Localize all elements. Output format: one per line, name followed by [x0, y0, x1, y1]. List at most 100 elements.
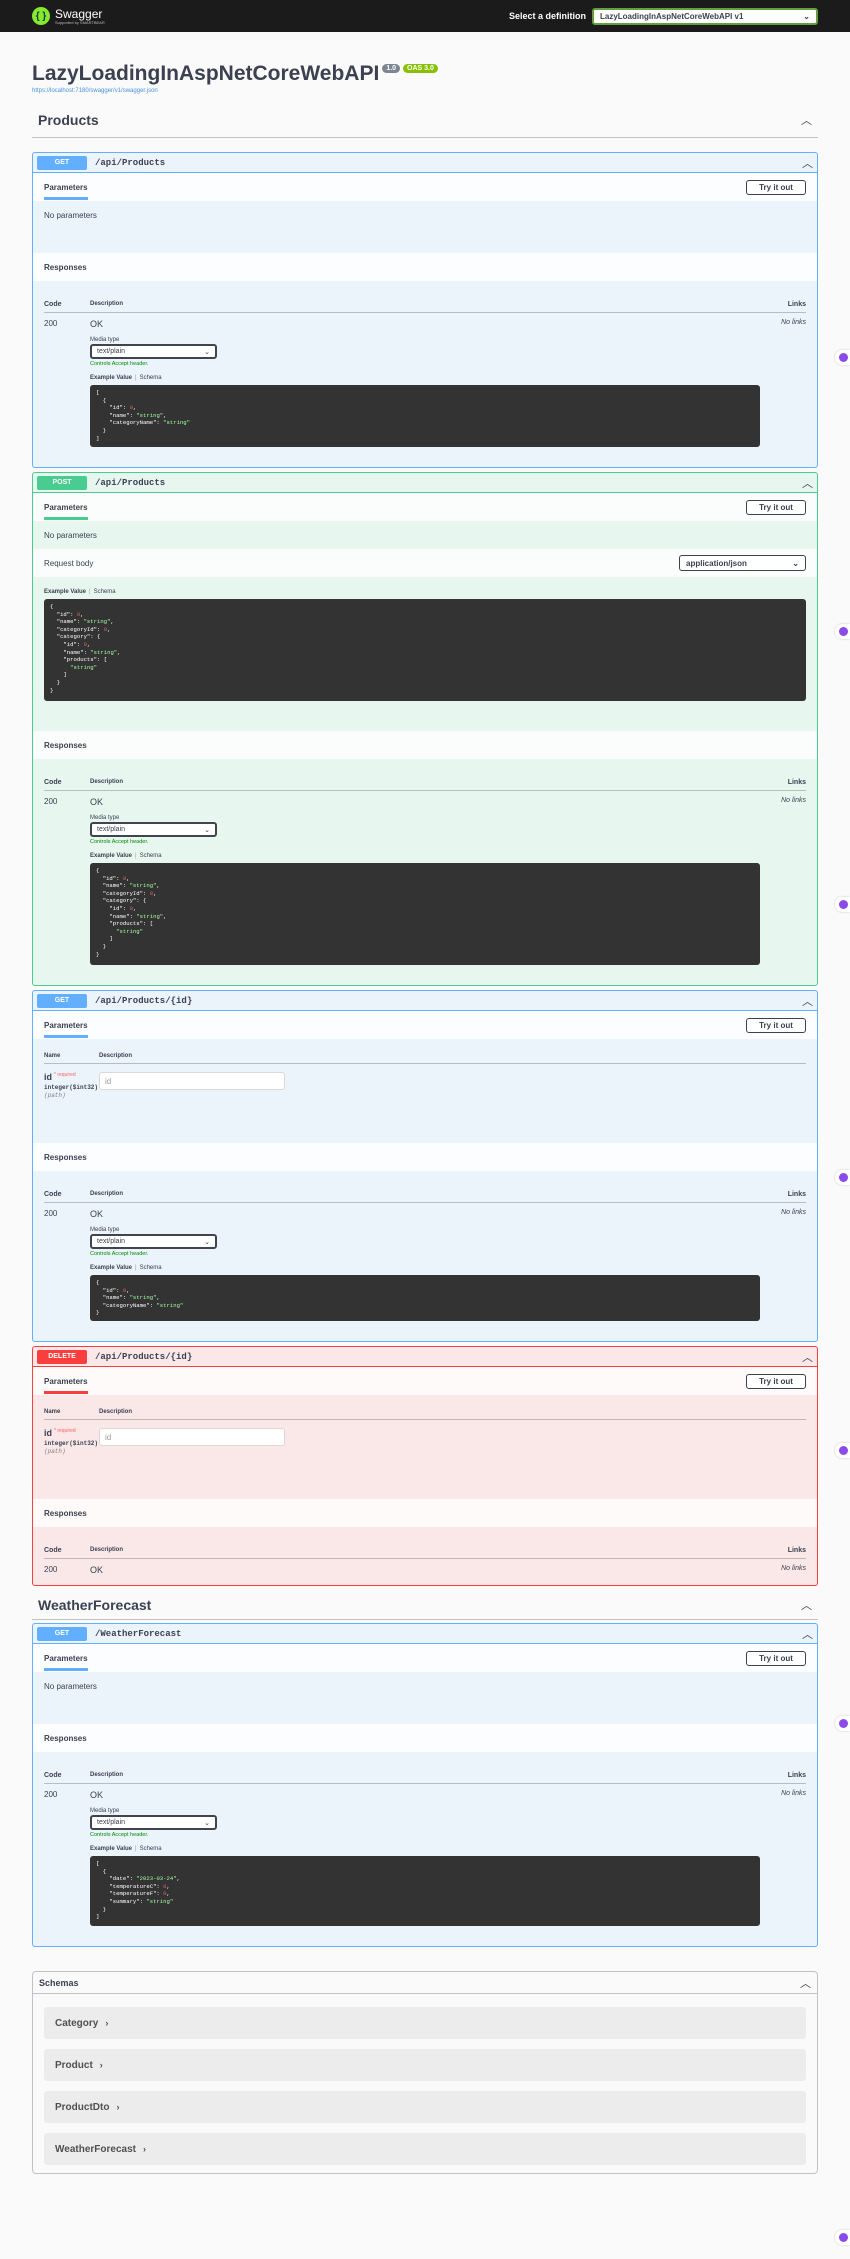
api-info: LazyLoadingInAspNetCoreWebAPI 1.0 OAS 3.… [0, 32, 850, 102]
tab-parameters[interactable]: Parameters [44, 175, 88, 200]
model-productdto[interactable]: ProductDto › [44, 2091, 806, 2123]
schema-tab[interactable]: Schema [140, 853, 162, 859]
side-widget[interactable] [835, 2230, 850, 2245]
responses-title: Responses [44, 262, 87, 272]
model-category[interactable]: Category › [44, 2007, 806, 2039]
chevron-right-icon: › [142, 2144, 146, 2154]
tab-parameters[interactable]: Parameters [44, 1646, 88, 1671]
name-header: Name [44, 1053, 61, 1059]
no-links-text: No links [781, 319, 806, 326]
chevron-down-icon: ⌄ [803, 11, 810, 21]
chevron-down-icon: ⌄ [204, 1238, 210, 1246]
side-widget[interactable] [835, 624, 850, 639]
side-widget[interactable] [835, 1443, 850, 1458]
tab-parameters[interactable]: Parameters [44, 495, 88, 520]
media-type-label: Media type [90, 337, 120, 343]
parameter-name: id [44, 1072, 52, 1082]
schema-tab[interactable]: Schema [140, 375, 162, 381]
model-weatherforecast[interactable]: WeatherForecast › [44, 2133, 806, 2165]
tag-products-header[interactable]: Products ︿ [32, 102, 818, 138]
schemas-title: Schemas [39, 1977, 79, 1988]
chevron-down-icon: ⌄ [204, 826, 210, 834]
media-type-select[interactable]: text/plain ⌄ [90, 1815, 217, 1830]
example-value-tab[interactable]: Example Value [90, 853, 132, 859]
extension-icon [839, 353, 848, 362]
try-it-out-button[interactable]: Try it out [746, 499, 806, 515]
operation-summary[interactable]: DELETE /api/Products/{id} ︿ [33, 1347, 817, 1367]
schemas-section: Schemas ︿ Category › Product › ProductDto ›… [32, 1971, 818, 2174]
example-value-tab[interactable]: Example Value [90, 1265, 132, 1271]
tag-name: WeatherForecast [38, 1596, 152, 1613]
response-description: OK [90, 797, 104, 807]
chevron-down-icon: ⌄ [204, 348, 210, 356]
tag-weatherforecast-header[interactable]: WeatherForecast ︿ [32, 1590, 818, 1620]
extension-icon [839, 1173, 848, 1182]
schema-tab[interactable]: Schema [94, 589, 116, 595]
swagger-logo[interactable]: { } Swagger Supported by SMARTBEAR [32, 7, 105, 25]
required-marker: * required [54, 1072, 76, 1078]
chevron-right-icon: › [116, 2102, 120, 2112]
try-it-out-button[interactable]: Try it out [746, 1650, 806, 1666]
no-links-text: No links [781, 1790, 806, 1797]
media-type-label: Media type [90, 815, 120, 821]
model-product[interactable]: Product › [44, 2049, 806, 2081]
try-it-out-button[interactable]: Try it out [746, 1017, 806, 1033]
method-badge: GET [37, 993, 87, 1008]
responses-header: Responses [33, 253, 817, 281]
chevron-up-icon: ︿ [800, 1977, 811, 1990]
media-type-select[interactable]: text/plain ⌄ [90, 822, 217, 837]
method-badge: POST [37, 475, 87, 490]
response-row: 200 OK Media type text/plain ⌄ Controls A… [44, 1784, 806, 1926]
parameters-header: Parameters Try it out [33, 493, 817, 521]
responses-header: Responses [33, 1143, 817, 1171]
id-input[interactable]: id [99, 1428, 285, 1446]
parameters-header: Parameters Try it out [33, 1367, 817, 1395]
response-row: 200 OK No links [44, 1559, 806, 1575]
try-it-out-button[interactable]: Try it out [746, 1373, 806, 1389]
side-widget[interactable] [835, 897, 850, 912]
definition-select[interactable]: LazyLoadingInAspNetCoreWebAPI v1 ⌄ [592, 7, 818, 25]
tab-parameters[interactable]: Parameters [44, 1369, 88, 1394]
try-it-out-button[interactable]: Try it out [746, 179, 806, 195]
extension-icon [839, 900, 848, 909]
operation-summary[interactable]: POST /api/Products ︿ [33, 473, 817, 493]
no-parameters-text: No parameters [44, 211, 97, 220]
example-code-block: [ { "date": "2023-03-24", "temperatureC"… [90, 1856, 760, 1926]
tag-weatherforecast: WeatherForecast ︿ GET /WeatherForecast ︿… [32, 1590, 818, 1947]
response-description: OK [90, 319, 104, 329]
schemas-header[interactable]: Schemas ︿ [33, 1972, 817, 1994]
schema-tab[interactable]: Schema [140, 1265, 162, 1271]
controls-accept-text: Controls Accept header. [90, 839, 149, 845]
chevron-up-icon: ︿ [802, 1628, 813, 1641]
example-value-tab[interactable]: Example Value [90, 375, 132, 381]
controls-accept-text: Controls Accept header. [90, 361, 149, 367]
request-content-type-select[interactable]: application/json ⌄ [679, 555, 806, 571]
operation-summary[interactable]: GET /WeatherForecast ︿ [33, 1624, 817, 1644]
tag-name: Products [38, 111, 99, 128]
links-header: Links [787, 779, 806, 786]
logo-name: Swagger [55, 6, 103, 21]
parameter-type: integer($int32) [44, 1084, 99, 1091]
side-widget[interactable] [835, 1170, 850, 1185]
links-header: Links [787, 1191, 806, 1198]
media-type-select[interactable]: text/plain ⌄ [90, 1234, 217, 1249]
operation-summary[interactable]: GET /api/Products/{id} ︿ [33, 991, 817, 1011]
operation-get-product-by-id: GET /api/Products/{id} ︿ Parameters Try … [32, 990, 818, 1342]
extension-icon [839, 1446, 848, 1455]
chevron-up-icon: ︿ [802, 1351, 813, 1364]
responses-title: Responses [44, 1152, 87, 1162]
operation-summary[interactable]: GET /api/Products ︿ [33, 153, 817, 173]
schema-tab[interactable]: Schema [140, 1846, 162, 1852]
tab-parameters[interactable]: Parameters [44, 1013, 88, 1038]
example-value-tab[interactable]: Example Value [44, 589, 86, 595]
response-code: 200 [44, 1790, 58, 1799]
extension-icon [839, 1719, 848, 1728]
id-input[interactable]: id [99, 1072, 285, 1090]
spec-url-link[interactable]: https://localhost:7180/swagger/v1/swagge… [32, 88, 818, 94]
side-widget[interactable] [835, 350, 850, 365]
example-value-tab[interactable]: Example Value [90, 1846, 132, 1852]
media-type-select[interactable]: text/plain ⌄ [90, 344, 217, 359]
response-row: 200 OK Media type text/plain ⌄ Controls A… [44, 313, 806, 447]
extension-icon [839, 627, 848, 636]
side-widget[interactable] [835, 1716, 850, 1731]
